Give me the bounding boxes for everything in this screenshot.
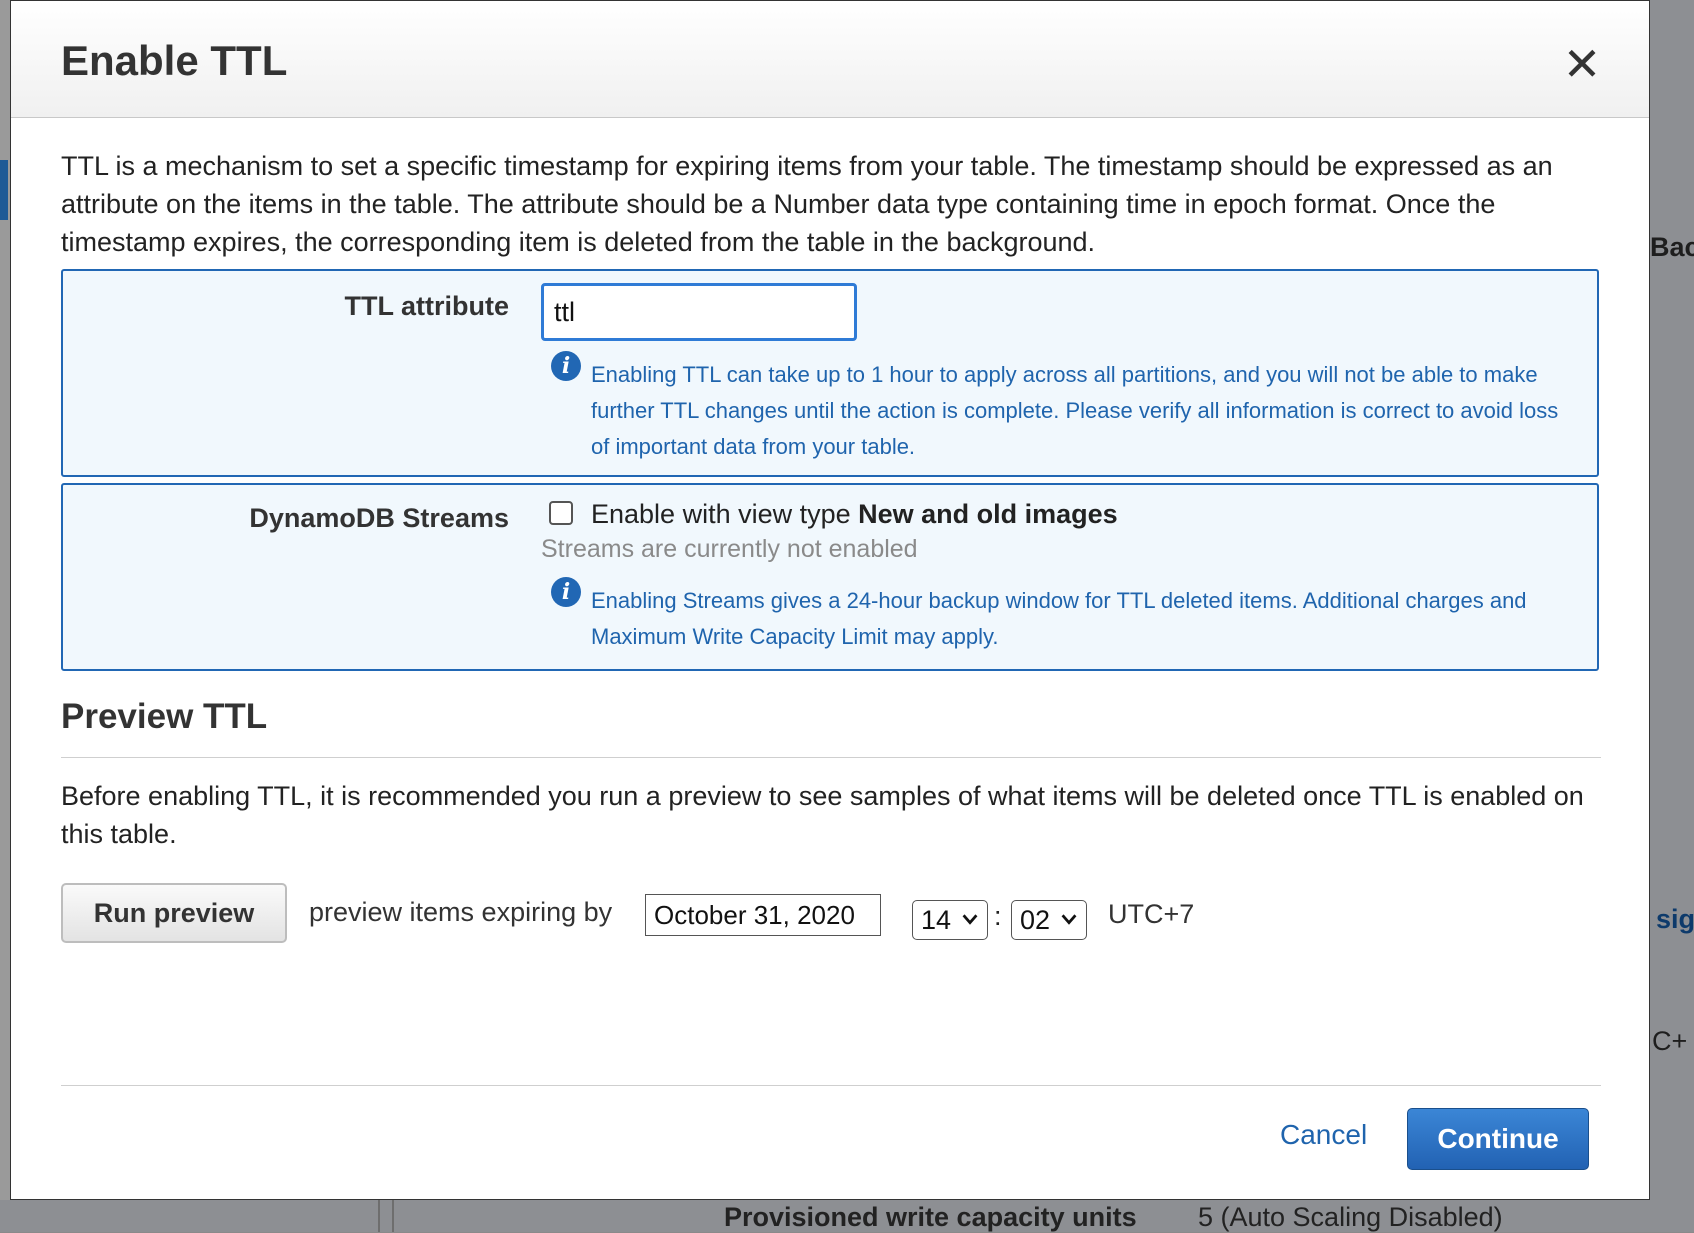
streams-info-text: Enabling Streams gives a 24-hour backup … <box>591 588 1527 649</box>
background-left-edge <box>0 160 8 220</box>
ttl-attribute-panel: TTL attribute i Enabling TTL can take up… <box>61 269 1599 477</box>
dynamodb-streams-label: DynamoDB Streams <box>249 503 509 533</box>
minute-select-value: 02 <box>1020 904 1051 935</box>
chevron-down-icon <box>1061 914 1077 925</box>
preview-expiring-label: preview items expiring by <box>309 897 613 927</box>
enable-ttl-dialog: Enable TTL ✕ TTL is a mechanism to set a… <box>10 0 1650 1200</box>
streams-status: Streams are currently not enabled <box>541 535 918 563</box>
hour-select[interactable]: 14 <box>912 900 988 940</box>
preview-ttl-heading: Preview TTL <box>61 697 268 736</box>
background-provisioned-value: 5 (Auto Scaling Disabled) <box>1198 1202 1503 1232</box>
info-icon: i <box>551 351 581 381</box>
dialog-header: Enable TTL ✕ <box>11 1 1649 118</box>
chevron-down-icon <box>962 914 978 925</box>
cancel-button[interactable]: Cancel <box>1280 1119 1367 1151</box>
info-icon: i <box>551 577 581 607</box>
background-provisioned-label: Provisioned write capacity units <box>724 1202 1137 1232</box>
footer-divider <box>61 1085 1601 1086</box>
background-right-panel: Bac sig C+ <box>1650 0 1694 1232</box>
background-text-bac: Bac <box>1650 232 1694 262</box>
background-bottom-area: Provisioned write capacity units 5 (Auto… <box>0 1200 1694 1232</box>
enable-streams-label[interactable]: Enable with view type New and old images <box>591 499 1118 530</box>
preview-description: Before enabling TTL, it is recommended y… <box>61 781 1584 849</box>
minute-select[interactable]: 02 <box>1011 900 1087 940</box>
continue-button[interactable]: Continue <box>1407 1108 1589 1170</box>
ttl-attribute-input[interactable] <box>541 283 857 341</box>
dialog-title: Enable TTL <box>61 37 288 84</box>
hour-select-value: 14 <box>921 904 952 935</box>
timezone-label: UTC+7 <box>1108 899 1195 929</box>
ttl-description: TTL is a mechanism to set a specific tim… <box>61 151 1553 257</box>
view-type-name: New and old images <box>858 499 1118 529</box>
ttl-attribute-label: TTL attribute <box>344 291 510 321</box>
ttl-info-text: Enabling TTL can take up to 1 hour to ap… <box>591 362 1559 459</box>
background-text-utc: C+ <box>1652 1026 1688 1056</box>
preview-divider <box>61 757 1601 758</box>
enable-streams-checkbox[interactable] <box>549 501 573 525</box>
close-icon[interactable]: ✕ <box>1559 41 1605 87</box>
time-separator: : <box>994 901 1002 931</box>
background-text-sig: sig <box>1656 904 1694 934</box>
enable-streams-label-prefix: Enable with view type <box>591 499 859 529</box>
dynamodb-streams-panel: DynamoDB Streams Enable with view type N… <box>61 483 1599 671</box>
preview-date-input[interactable] <box>645 894 881 936</box>
run-preview-button[interactable]: Run preview <box>61 883 287 943</box>
